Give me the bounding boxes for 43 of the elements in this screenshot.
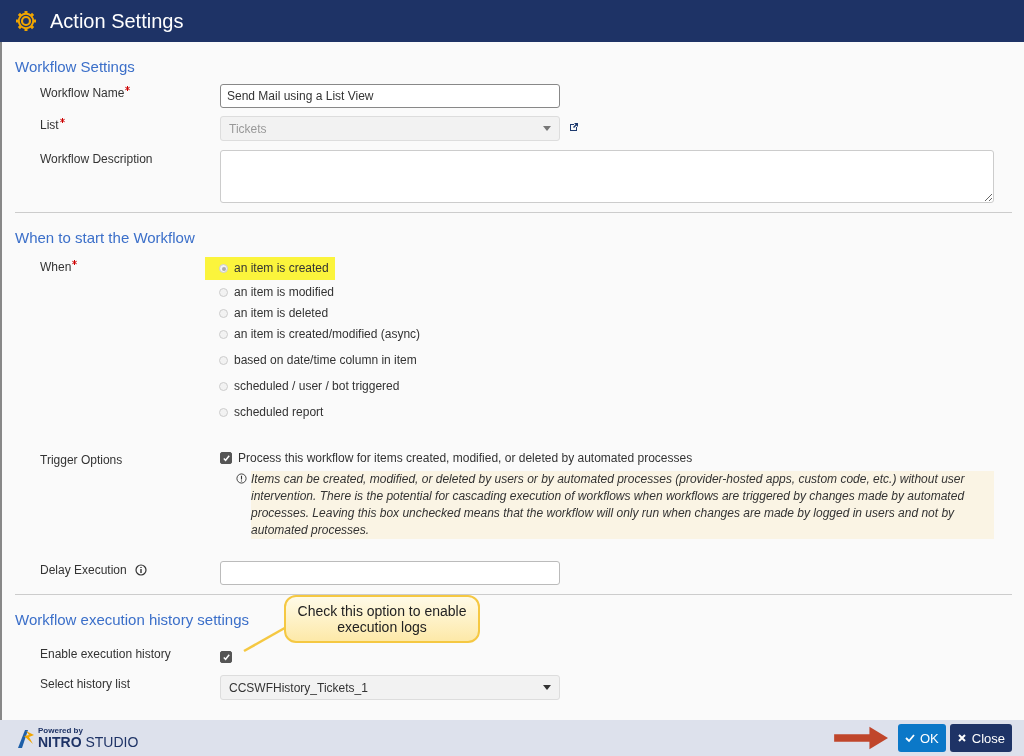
arrow-icon <box>833 725 890 751</box>
checkbox[interactable] <box>220 651 232 663</box>
field-label: Workflow Name <box>40 86 220 100</box>
info-icon <box>236 473 247 484</box>
checkmark-icon <box>904 733 915 743</box>
field-label: Workflow Description <box>40 152 154 166</box>
warning-note: Items can be created, modified, or deleted by users or by automated processes (provider-hosted apps, custom code, etc.) without user intervention. There is the potential for cascading execution of workflows when workflows are triggered by changes made by automated processes. Leaving this box unchecked means that the workflow will only run when changes are made by logged in users and not by automated processes. <box>251 471 994 539</box>
close-button[interactable]: Close <box>949 724 1012 752</box>
section-heading: Workflow Settings <box>15 58 135 75</box>
checkbox[interactable] <box>220 452 232 464</box>
ok-button[interactable]: OK <box>897 724 946 752</box>
field-label: List <box>40 118 220 132</box>
radio-option[interactable]: scheduled / user / bot triggered <box>205 378 406 395</box>
brand-caption: Powered by <box>38 727 84 735</box>
window-title: Action Settings <box>50 9 184 33</box>
radio-option[interactable]: scheduled report <box>205 404 330 421</box>
caret-icon <box>543 126 551 131</box>
gear-icon <box>14 9 38 33</box>
radio-option[interactable]: an item is modified <box>205 284 341 301</box>
checkbox-label[interactable]: Process this workflow for items created, modified, or deleted by automated processes <box>238 451 693 465</box>
brand-name: STUDIO <box>85 734 139 750</box>
delay-field[interactable] <box>220 561 560 585</box>
workflow-name-field[interactable]: Send Mail using a List View <box>220 84 560 108</box>
radio-option[interactable]: an item is created/modified (async) <box>205 326 427 343</box>
radio-option[interactable]: an item is created <box>205 257 335 280</box>
field-label: Trigger Options <box>40 453 124 467</box>
callout-bubble: Check this option to enable execution logs <box>284 595 480 643</box>
caret-icon <box>543 685 551 690</box>
history-list-dropdown[interactable]: CCSWFHistory_Tickets_1 <box>220 675 560 700</box>
info-icon[interactable] <box>134 564 147 576</box>
close-icon <box>956 733 967 743</box>
field-label: Select history list <box>40 677 132 691</box>
external-link-icon[interactable] <box>569 122 579 132</box>
field-label: When <box>40 260 205 274</box>
description-field[interactable] <box>220 150 994 203</box>
field-label: Delay Execution <box>40 563 127 577</box>
bolt-logo-icon <box>16 727 36 749</box>
field-label: Enable execution history <box>40 647 172 661</box>
brand-name: NITRO <box>38 734 82 750</box>
radio-option[interactable]: based on date/time column in item <box>205 352 423 369</box>
radio-option[interactable]: an item is deleted <box>205 305 335 322</box>
section-heading: When to start the Workflow <box>15 229 195 246</box>
section-heading: Workflow execution history settings <box>15 611 249 628</box>
